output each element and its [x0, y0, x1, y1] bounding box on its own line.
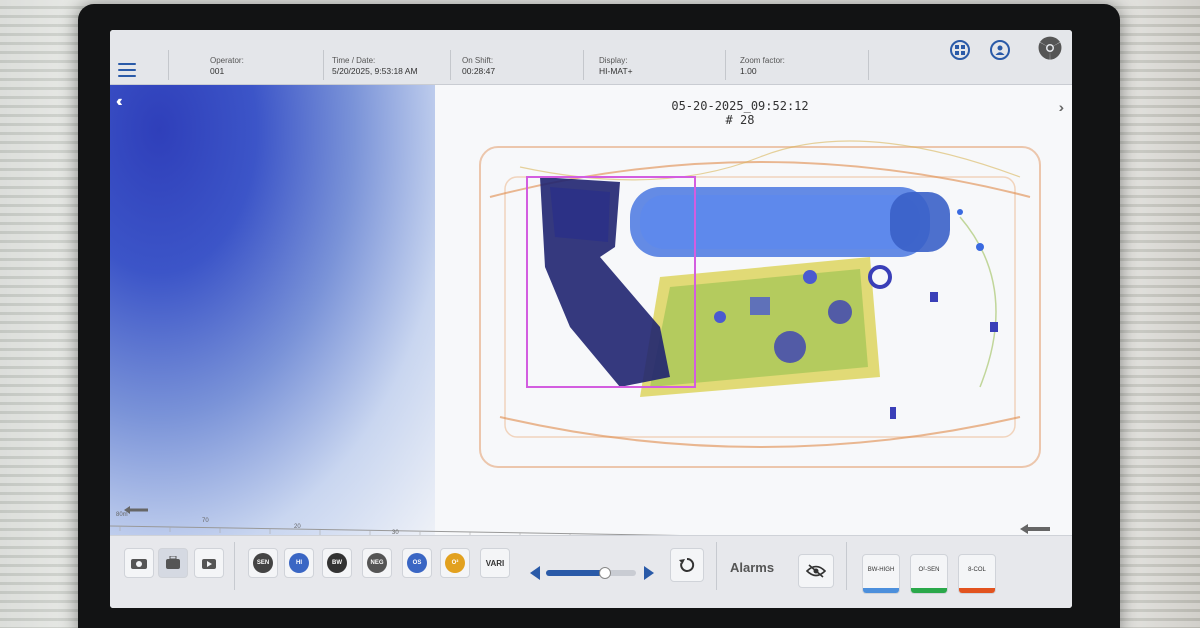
previous-image-panel: ‹‹ — [110, 85, 435, 535]
monitor-screen: Operator: 001 Time / Date: 5/20/2025, 9:… — [110, 30, 1072, 608]
divider — [450, 50, 451, 80]
filter-label: O²-SEN — [918, 567, 940, 573]
operator-field: Operator: 001 — [210, 56, 244, 76]
divider — [234, 542, 235, 590]
alarms-hidden-eye-icon[interactable] — [798, 554, 834, 588]
mode-o2-button[interactable]: O² — [440, 548, 470, 578]
arrow-back-icon[interactable] — [1020, 524, 1050, 534]
ruler-tick: 20 — [294, 524, 301, 530]
vari-button[interactable]: VARI — [480, 548, 510, 578]
double-chevron-right-icon[interactable]: ›› — [1059, 99, 1066, 115]
divider — [583, 50, 584, 80]
divider — [323, 50, 324, 80]
filter-color-bar — [959, 588, 995, 593]
mode-label: BW — [327, 553, 347, 573]
scan-number: # 28 — [725, 113, 755, 127]
on-shift-field: On Shift: 00:28:47 — [462, 56, 495, 76]
time-date-value: 5/20/2025, 9:53:18 AM — [332, 66, 418, 76]
divider — [725, 50, 726, 80]
mode-sen-button[interactable]: SEN — [248, 548, 278, 578]
display-field: Display: HI-MAT+ — [599, 56, 633, 76]
play-icon[interactable] — [194, 548, 224, 578]
display-label: Display: — [599, 56, 628, 65]
slider-decrease-icon[interactable] — [530, 566, 540, 580]
divider — [846, 542, 847, 590]
slider-increase-icon[interactable] — [644, 566, 654, 580]
divider — [868, 50, 869, 80]
zoom-label: Zoom factor: — [740, 56, 785, 65]
on-shift-value: 00:28:47 — [462, 66, 496, 76]
divider — [716, 542, 717, 590]
divider — [168, 50, 169, 80]
mode-label: HI — [289, 553, 309, 573]
mode-bw-button[interactable]: BW — [322, 548, 352, 578]
zoom-field: Zoom factor: 1.00 — [740, 56, 785, 76]
filter-color-bar — [863, 588, 899, 593]
mode-neg-button[interactable]: NEG — [362, 548, 392, 578]
slider-knob[interactable] — [598, 567, 611, 579]
menu-icon[interactable] — [116, 60, 138, 80]
reset-icon[interactable] — [670, 548, 704, 582]
filter-color-bar — [911, 588, 947, 593]
time-date-field: Time / Date: 5/20/2025, 9:53:18 AM — [332, 56, 418, 76]
filter-label: 8-COL — [968, 567, 986, 573]
scan-datetime: 05-20-2025_09:52:12 — [671, 99, 809, 113]
operator-value: 001 — [210, 66, 225, 76]
mode-label: SEN — [253, 553, 273, 573]
operator-label: Operator: — [210, 56, 244, 65]
mode-label: NEG — [367, 553, 387, 573]
filter-o2-sen-button[interactable]: O²-SEN — [910, 554, 948, 594]
zoom-value: 1.00 — [740, 66, 757, 76]
ruler-tick: 70 — [202, 518, 209, 524]
contrast-slider[interactable] — [546, 567, 636, 579]
bottom-toolbar: SEN HI BW NEG OS O² VARI Alarms BW-HIGH … — [110, 524, 1072, 608]
filter-8-col-button[interactable]: 8-COL — [958, 554, 996, 594]
xray-image-panel: 05-20-2025_09:52:12 # 28 ›› — [435, 85, 1072, 535]
camera-icon[interactable] — [124, 548, 154, 578]
mode-hi-button[interactable]: HI — [284, 548, 314, 578]
top-status-bar: Operator: 001 Time / Date: 5/20/2025, 9:… — [110, 30, 1072, 85]
on-shift-label: On Shift: — [462, 56, 494, 65]
vari-label: VARI — [485, 558, 505, 568]
display-value: HI-MAT+ — [599, 66, 633, 76]
time-date-label: Time / Date: — [332, 56, 376, 65]
arrow-back-icon[interactable] — [124, 506, 148, 514]
user-icon[interactable] — [990, 40, 1010, 60]
mode-os-button[interactable]: OS — [402, 548, 432, 578]
bag-icon[interactable] — [158, 548, 188, 578]
filter-label: BW-HIGH — [867, 567, 895, 573]
grid-icon[interactable] — [950, 40, 970, 60]
filter-bw-high-button[interactable]: BW-HIGH — [862, 554, 900, 594]
radiation-icon — [1038, 36, 1062, 60]
mode-label: O² — [445, 553, 465, 573]
slider-fill — [546, 570, 605, 576]
alarms-label: Alarms — [730, 560, 775, 575]
double-chevron-left-icon[interactable]: ‹‹ — [116, 93, 122, 111]
mode-label: OS — [407, 553, 427, 573]
xray-bag-image[interactable] — [460, 137, 1060, 477]
